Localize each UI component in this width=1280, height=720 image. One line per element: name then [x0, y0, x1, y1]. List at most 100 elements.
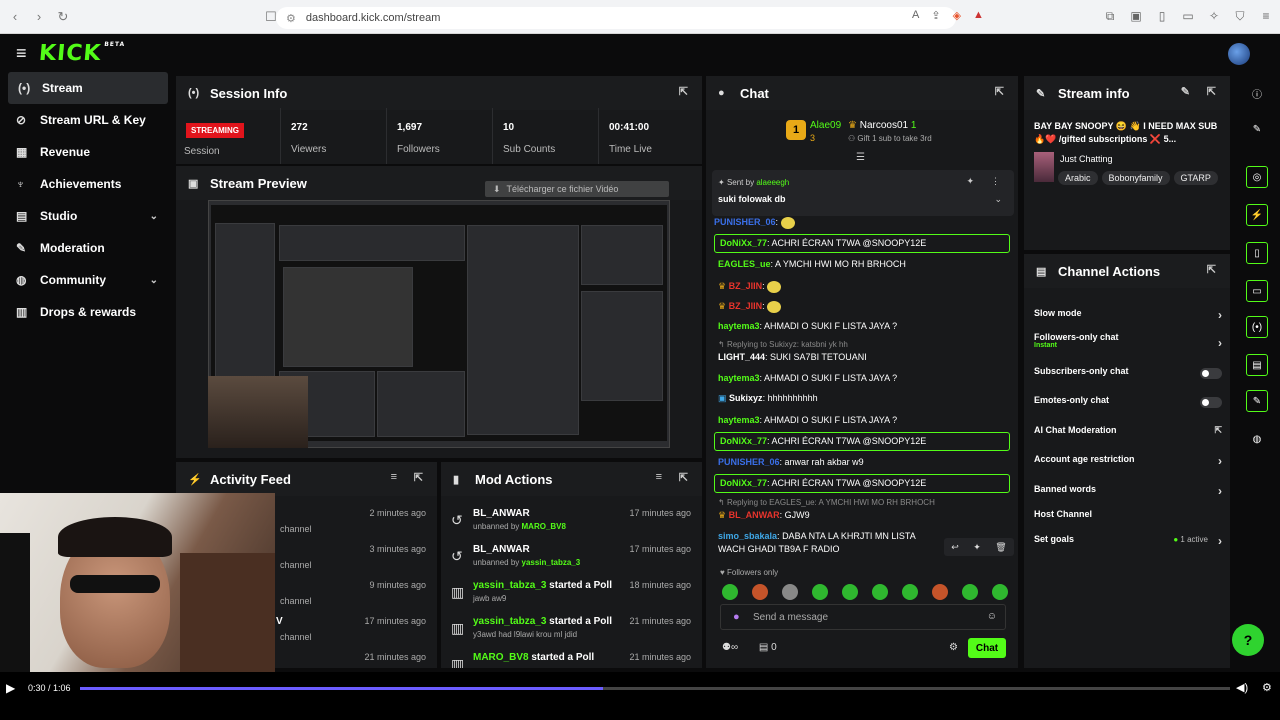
emote-icon[interactable]	[872, 584, 888, 600]
emote-icon[interactable]	[932, 584, 948, 600]
action-slow-mode[interactable]: Slow mode ›	[1034, 308, 1226, 328]
translate-icon[interactable]: A	[912, 9, 919, 22]
chat-username[interactable]: BL_ANWAR	[729, 510, 780, 520]
reload-icon[interactable]: ↻	[54, 8, 72, 26]
back-icon[interactable]: ‹	[6, 8, 24, 26]
chat-username[interactable]: PUNISHER_06	[714, 217, 776, 227]
document-icon[interactable]: ▯	[1246, 242, 1268, 264]
chevron-down-icon[interactable]: ⌄	[994, 194, 1002, 205]
popout-icon[interactable]: ⇱	[679, 85, 688, 98]
toggle-switch[interactable]	[1200, 368, 1222, 379]
mod-target[interactable]: BL_ANWAR	[473, 508, 530, 519]
chat-username[interactable]: EAGLES_ue	[718, 259, 771, 269]
menu-icon[interactable]: ≡	[1258, 8, 1274, 24]
emoji-icon[interactable]: ☺	[987, 611, 997, 622]
list-icon[interactable]: ▤	[1246, 354, 1268, 376]
delete-icon[interactable]: 🗑	[995, 542, 1006, 553]
chat-username[interactable]: BZ_JIIN	[729, 301, 763, 311]
chat-username[interactable]: LIGHT_444	[718, 352, 765, 362]
action-subscribers-only[interactable]: Subscribers-only chat	[1034, 366, 1226, 386]
play-icon[interactable]: ▶	[6, 681, 15, 695]
puzzle-icon[interactable]: ✧	[1206, 8, 1222, 24]
mod-target[interactable]: BL_ANWAR	[473, 544, 530, 555]
url-bar[interactable]: ⚙ dashboard.kick.com/stream	[276, 7, 956, 29]
leader-name[interactable]: Alae09	[810, 120, 841, 131]
chat-username[interactable]: haytema3	[718, 415, 760, 425]
kick-logo[interactable]: KICKBETA	[37, 41, 125, 66]
info-icon[interactable]: ⓘ	[1246, 82, 1268, 104]
tag[interactable]: GTARP	[1173, 171, 1218, 185]
extensions-icon[interactable]: ⧉	[1102, 8, 1118, 24]
chat-username[interactable]: Sukixyz	[729, 393, 763, 403]
user-avatar[interactable]	[1228, 43, 1250, 65]
filter-icon[interactable]: ≡	[391, 471, 397, 483]
popout-icon[interactable]: ⇱	[1207, 85, 1216, 98]
share-icon[interactable]: ⇪	[931, 9, 940, 22]
wrench-icon[interactable]: ✎	[1246, 390, 1268, 412]
chat-username[interactable]: BZ_JIIN	[729, 281, 763, 291]
chat-username[interactable]: DoNiXx_77	[720, 436, 767, 446]
forward-icon[interactable]: ›	[30, 8, 48, 26]
popout-icon[interactable]: ⇱	[679, 471, 688, 484]
emote-icon[interactable]	[722, 584, 738, 600]
edit-icon[interactable]: ✎	[1181, 85, 1190, 98]
sidebar-item-drops[interactable]: ▥ Drops & rewards	[0, 296, 172, 328]
sidebar-item-moderation[interactable]: ✎ Moderation	[0, 232, 172, 264]
emote-icon[interactable]	[812, 584, 828, 600]
pin-icon[interactable]: ✦	[973, 542, 981, 553]
leader-name[interactable]: Narcoos01	[860, 120, 908, 131]
sidebar-item-stream-url[interactable]: ⊘ Stream URL & Key	[0, 104, 172, 136]
chat-username[interactable]: PUNISHER_06	[718, 457, 780, 467]
filter-icon[interactable]: ≡	[656, 471, 662, 483]
volume-icon[interactable]: ◀)	[1236, 681, 1248, 694]
wallet-icon[interactable]: ▭	[1180, 8, 1196, 24]
emote-icon[interactable]	[782, 584, 798, 600]
chat-username[interactable]: DoNiXx_77	[720, 478, 767, 488]
settings-icon[interactable]: ⚙	[1262, 681, 1272, 694]
hamburger-icon[interactable]: ≡	[16, 43, 27, 64]
sidebar-icon[interactable]: ▯	[1154, 8, 1170, 24]
chat-username[interactable]: haytema3	[718, 373, 760, 383]
toggle-switch[interactable]	[1200, 397, 1222, 408]
shield-icon[interactable]: ⛉	[1232, 8, 1248, 24]
gift-box-icon[interactable]: ▤	[759, 642, 768, 653]
sidebar-item-revenue[interactable]: ▦ Revenue	[0, 136, 172, 168]
download-video-banner[interactable]: ⬇ Télécharger ce fichier Vidéo	[485, 181, 669, 197]
pinned-user[interactable]: alaeeegh	[756, 178, 789, 187]
emote-icon[interactable]	[842, 584, 858, 600]
help-icon[interactable]: ?	[1232, 624, 1264, 656]
bolt-icon[interactable]: ⚡	[1246, 204, 1268, 226]
sidebar-item-studio[interactable]: ▤ Studio ⌄	[0, 200, 172, 232]
category-thumbnail[interactable]	[1034, 152, 1054, 182]
popout-icon[interactable]: ⇱	[414, 471, 423, 484]
chat-username[interactable]: haytema3	[718, 321, 760, 331]
action-host-channel[interactable]: Host Channel	[1034, 509, 1226, 529]
pin-icon[interactable]: ✦	[966, 176, 974, 187]
action-set-goals[interactable]: Set goals ● 1 active ›	[1034, 534, 1226, 554]
rewards-icon[interactable]: ▲	[973, 9, 984, 22]
action-emotes-only[interactable]: Emotes-only chat	[1034, 395, 1226, 415]
emote-icon[interactable]	[992, 584, 1008, 600]
mic-icon[interactable]: ●	[733, 611, 740, 623]
action-followers-only[interactable]: Followers-only chat Instant ›	[1034, 332, 1226, 352]
chat-input[interactable]: ● Send a message ☺	[720, 604, 1006, 630]
popout-icon[interactable]: ⇱	[1207, 263, 1216, 276]
chat-send-button[interactable]: Chat	[968, 638, 1006, 658]
action-banned-words[interactable]: Banned words ›	[1034, 484, 1226, 504]
category-name[interactable]: Just Chatting	[1060, 154, 1113, 164]
more-icon[interactable]: ⋮	[991, 176, 1000, 187]
gift-cta[interactable]: ⚇ Gift 1 sub to take 3rd	[848, 134, 932, 143]
emote-icon[interactable]	[902, 584, 918, 600]
sidebar-item-achievements[interactable]: ♆ Achievements	[0, 168, 172, 200]
mod-by[interactable]: MARO_BV8	[522, 522, 566, 531]
chat-icon[interactable]: ▭	[1246, 280, 1268, 302]
gear-icon[interactable]: ⚙	[949, 642, 958, 653]
sidebar-item-stream[interactable]: (•) Stream	[8, 72, 168, 104]
brave-shield-icon[interactable]: ◈	[953, 9, 961, 22]
broadcast-icon[interactable]: (•)	[1246, 316, 1268, 338]
action-ai-moderation[interactable]: AI Chat Moderation ⇱	[1034, 425, 1226, 445]
reply-icon[interactable]: ↩	[951, 542, 959, 553]
edit-icon[interactable]: ✎	[1246, 118, 1268, 140]
camera-icon[interactable]: ◎	[1246, 166, 1268, 188]
chat-username[interactable]: DoNiXx_77	[720, 238, 767, 248]
